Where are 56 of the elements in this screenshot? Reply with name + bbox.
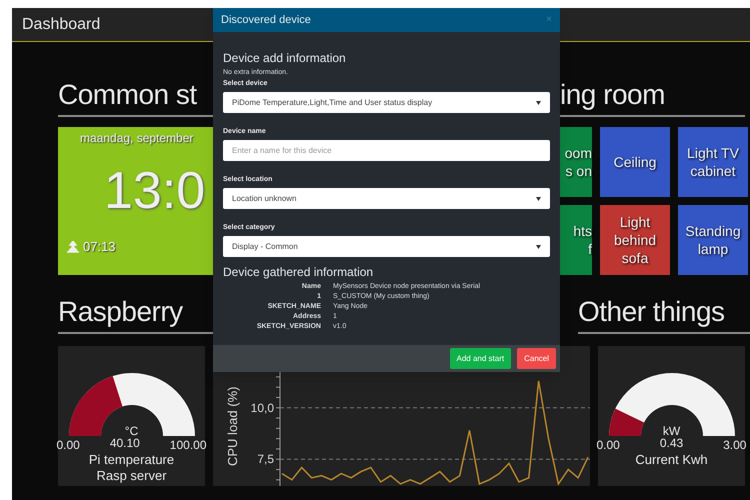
gauge-label: Pi temperature (88, 452, 174, 468)
header-title: Dashboard (22, 14, 100, 34)
switch-tile[interactable]: Ceiling (600, 127, 670, 197)
tile-label: s on (566, 162, 592, 180)
gauge-max: 100.00 (170, 438, 206, 452)
tile-label: cabinet (690, 162, 736, 180)
select-value: Display - Common (232, 240, 298, 252)
section-title: Common st (58, 78, 197, 112)
add-button[interactable]: Add and start (450, 348, 512, 369)
gauge-unit: kW (662, 424, 682, 438)
gauge-label: Rasp server (96, 468, 167, 484)
y-tick-label: 10,0 (250, 400, 274, 415)
gauge-value: 0.43 (660, 436, 684, 450)
select-field[interactable]: Location unknown (223, 188, 550, 209)
tile-label: oom (564, 144, 592, 162)
select-value: PiDome Temperature,Light,Time and User status display (232, 96, 432, 108)
section-title: ing room (560, 78, 665, 112)
caret-icon (536, 100, 541, 104)
select-field[interactable]: Display - Common (223, 236, 550, 257)
sunrise-time: 07:13 (83, 238, 116, 256)
switch-tile[interactable]: oom s on (560, 127, 592, 197)
switch-tile[interactable]: hts f (560, 205, 592, 275)
switch-tile[interactable]: Light TV cabinet (678, 127, 748, 197)
caret-icon (536, 244, 541, 248)
tile-label: Standing (685, 222, 741, 240)
tile-label: f (588, 240, 592, 258)
gauge-value: 40.10 (110, 436, 140, 450)
section-title: Other things (578, 295, 725, 329)
clock-time: 13:0 (104, 161, 206, 221)
tile-label: Light (620, 213, 650, 231)
select-field[interactable]: PiDome Temperature,Light,Time and User status display (223, 92, 550, 113)
section-heading: Device gathered information (223, 265, 374, 279)
caret-icon (536, 196, 541, 200)
gauge-unit: °C (124, 424, 140, 438)
tile-label: sofa (622, 249, 648, 267)
tile-label: Ceiling (614, 153, 656, 171)
switch-tile[interactable]: Light behind sofa (600, 205, 670, 275)
gauge-label: Current Kwh (635, 452, 708, 468)
y-axis-label: CPU load (%) (225, 386, 240, 466)
switch-tile[interactable]: Standing lamp (678, 205, 748, 275)
section-heading: Device add information (223, 51, 347, 65)
gauge-min: 0.00 (56, 438, 80, 452)
tile-label: behind (614, 231, 656, 249)
y-tick-label: 7,5 (257, 452, 274, 466)
clock-date: maandag, september (80, 130, 194, 147)
section-title: Raspberry (58, 295, 183, 329)
dialog-title: Discovered device (221, 12, 311, 28)
cancel-button[interactable]: Cancel (517, 348, 556, 369)
gauge-max: 3.00 (723, 438, 746, 452)
sunrise-icon (66, 240, 80, 253)
tile-label: lamp (698, 240, 728, 258)
device-name-input[interactable]: Enter a name for this device (223, 140, 550, 161)
tile-label: Light TV (687, 144, 739, 162)
select-value: Location unknown (232, 192, 296, 204)
tile-label: hts (573, 222, 592, 240)
gauge-min: 0.00 (596, 438, 620, 452)
